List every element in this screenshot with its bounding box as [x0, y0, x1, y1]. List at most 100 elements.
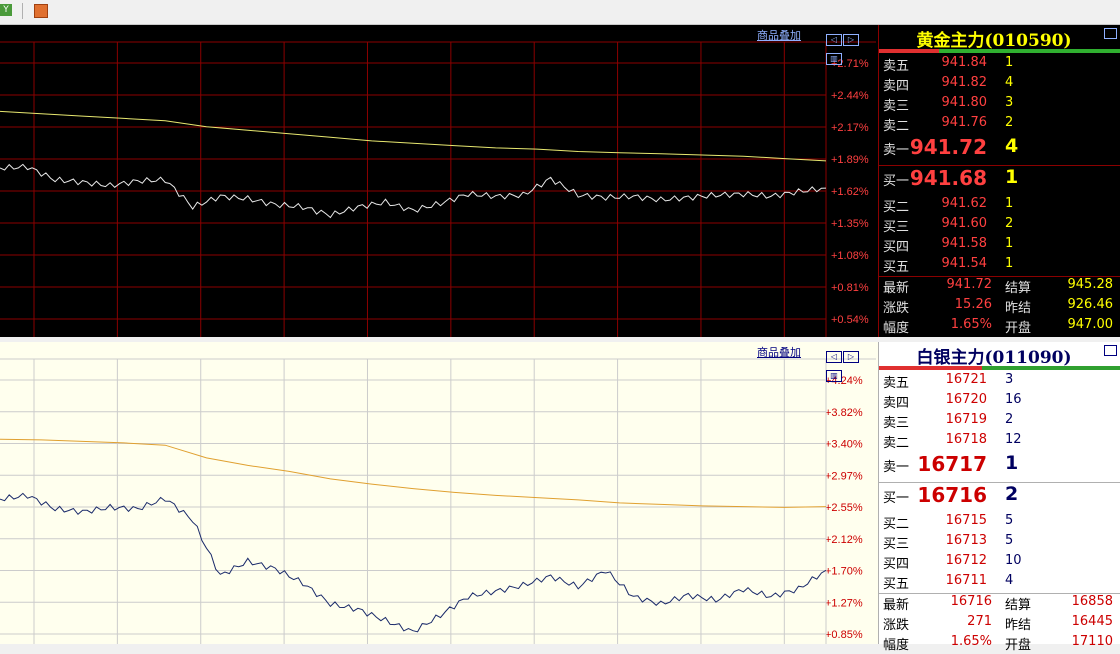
quote-row: 买五 941.54 1 [879, 256, 1120, 276]
average-price-line [0, 438, 827, 508]
stat-value: 16445 [1071, 614, 1113, 629]
order-volume: 1 [1005, 55, 1014, 70]
order-price: 16712 [945, 553, 987, 568]
stat-value: 17110 [1071, 634, 1113, 649]
stat-value: 947.00 [1067, 317, 1114, 332]
y-tick-label: +1.35% [831, 218, 869, 230]
price-line [0, 492, 827, 633]
quote-row: 买一 941.68 1 [879, 166, 1120, 196]
order-price: 16719 [945, 412, 987, 427]
order-volume: 5 [1005, 513, 1014, 528]
stat-row: 涨跌 15.26 昨结 926.46 [879, 297, 1120, 317]
layout-icon[interactable]: ▥ [826, 53, 842, 65]
toolbar-divider [22, 3, 23, 19]
y-tick-label: +1.70% [825, 566, 863, 578]
order-price: 16713 [945, 533, 987, 548]
bid-ask-bar-red [879, 366, 982, 370]
bid-ask-bar-green [939, 49, 1120, 53]
order-price: 16711 [945, 573, 987, 588]
arrow-right-icon[interactable]: ▷ [843, 351, 859, 363]
stat-value: 16716 [950, 594, 992, 609]
y-tick-label: +2.17% [831, 122, 869, 134]
silver-chart-svg: +4.24%+3.82%+3.40%+2.97%+2.55%+2.12%+1.7… [0, 358, 876, 644]
order-price: 16715 [945, 513, 987, 528]
order-price: 941.62 [941, 196, 988, 211]
stat-value: 271 [967, 614, 992, 629]
overlay-link[interactable]: 商品叠加 [757, 27, 801, 43]
order-volume: 1 [1005, 196, 1014, 211]
order-price: 941.72 [909, 135, 987, 159]
silver-panel: +4.24% +3.82% +3.40% +2.97% +2.55% +2.12% +1.7… [0, 342, 1120, 653]
bid-ask-bar-red [879, 49, 939, 53]
quote-row: 卖二 941.76 2 [879, 115, 1120, 135]
quote-row: 卖五 16721 3 [879, 372, 1120, 392]
quote-row: 买二 16715 5 [879, 513, 1120, 533]
y-tick-label: +1.62% [831, 186, 869, 198]
order-volume: 4 [1005, 573, 1014, 588]
y-icon[interactable]: Y [0, 4, 12, 16]
stat-value: 15.26 [954, 297, 992, 312]
maximize-icon[interactable] [1104, 28, 1117, 39]
y-tick-label: +2.97% [825, 470, 863, 482]
y-tick-label: +3.82% [825, 407, 863, 419]
order-volume: 1 [1005, 452, 1019, 474]
order-volume: 1 [1005, 256, 1014, 271]
y-tick-label: +0.85% [825, 629, 863, 641]
order-volume: 2 [1005, 115, 1014, 130]
y-tick-label: +2.55% [825, 502, 863, 514]
y-tick-label: +3.40% [825, 439, 863, 451]
y-tick-label: +1.27% [825, 597, 863, 609]
stat-value: 941.72 [946, 277, 993, 292]
top-toolbar: Y [0, 0, 1120, 25]
quote-row: 买五 16711 4 [879, 573, 1120, 593]
gold-quote-panel: 黄金主力(010590) 卖五 941.84 1 卖四 941.82 4 卖三 941.80 3… [878, 25, 1120, 337]
order-price: 941.80 [941, 95, 988, 110]
order-price: 941.84 [941, 55, 988, 70]
order-volume: 4 [1005, 135, 1019, 157]
quote-row: 卖一 16717 1 [879, 452, 1120, 482]
order-volume: 2 [1005, 412, 1014, 427]
order-volume: 2 [1005, 483, 1019, 505]
gold-chart: +2.71% +2.44% +2.17% +1.89% +1.62% +1.35% +1.0… [0, 25, 876, 337]
order-volume: 10 [1005, 553, 1022, 568]
gold-title: 黄金主力(010590) [916, 31, 1072, 51]
quote-row: 卖四 941.82 4 [879, 75, 1120, 95]
maximize-icon[interactable] [1104, 345, 1117, 356]
order-price: 941.58 [941, 236, 988, 251]
order-price: 16721 [945, 372, 987, 387]
stat-row: 涨跌 271 昨结 16445 [879, 614, 1120, 634]
stat-value: 1.65% [950, 634, 992, 649]
order-price: 941.76 [941, 115, 988, 130]
order-price: 941.82 [941, 75, 988, 90]
silver-title: 白银主力(011090) [916, 348, 1072, 368]
order-volume: 3 [1005, 372, 1014, 387]
order-price: 941.68 [909, 166, 987, 190]
y-tick-label: +2.44% [831, 90, 869, 102]
quote-row: 买二 941.62 1 [879, 196, 1120, 216]
order-volume: 3 [1005, 95, 1014, 110]
order-volume: 1 [1005, 236, 1014, 251]
stat-row: 幅度 1.65% 开盘 17110 [879, 634, 1120, 654]
arrow-right-icon[interactable]: ▷ [843, 34, 859, 46]
stat-value: 16858 [1071, 594, 1113, 609]
overlay-link[interactable]: 商品叠加 [757, 344, 801, 360]
quote-row: 买四 16712 10 [879, 553, 1120, 573]
order-price: 16716 [917, 483, 987, 507]
arrow-left-icon[interactable]: ◁ [826, 351, 842, 363]
quote-row: 卖三 941.80 3 [879, 95, 1120, 115]
grid-icon[interactable] [34, 4, 48, 18]
y-tick-label: +0.54% [831, 314, 869, 326]
quote-row: 卖三 16719 2 [879, 412, 1120, 432]
arrow-left-icon[interactable]: ◁ [826, 34, 842, 46]
silver-quote-panel: 白银主力(011090) 卖五 16721 3 卖四 16720 16 卖三 16719 2 卖二… [878, 342, 1120, 653]
quote-row: 买四 941.58 1 [879, 236, 1120, 256]
order-volume: 2 [1005, 216, 1014, 231]
y-tick-label: +2.12% [825, 534, 863, 546]
stat-value: 1.65% [950, 317, 992, 332]
stat-value: 945.28 [1067, 277, 1114, 292]
layout-icon[interactable]: ▥ [826, 370, 842, 382]
y-tick-label: +0.81% [831, 282, 869, 294]
stat-value: 926.46 [1067, 297, 1114, 312]
chart-nav-buttons: ◁ ▷▥ [826, 344, 874, 382]
order-price: 16717 [917, 452, 987, 476]
